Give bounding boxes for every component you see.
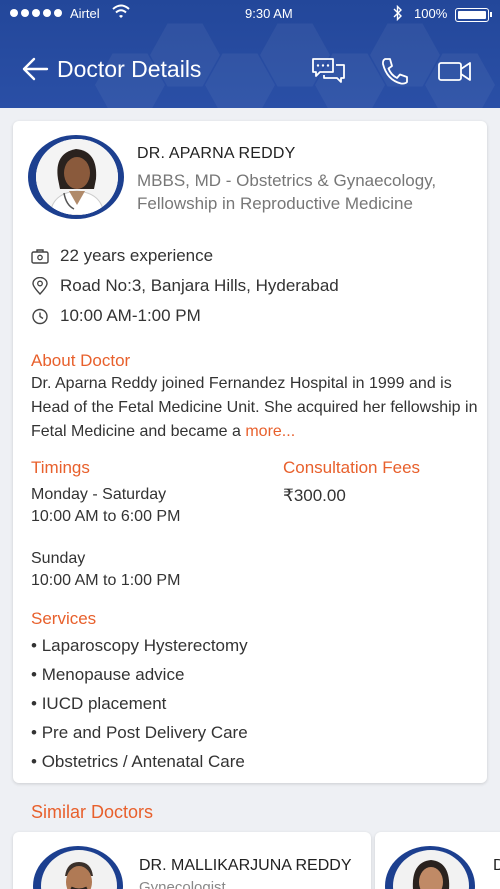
briefcase-icon — [31, 249, 49, 264]
about-text: Dr. Aparna Reddy joined Fernandez Hospit… — [31, 375, 478, 440]
clock-icon — [32, 308, 48, 325]
similar-doctor-specialty: Gynecologist — [139, 879, 226, 889]
status-bar: Airtel 9:30 AM 100% — [0, 0, 500, 28]
address-text: Road No:3, Banjara Hills, Hyderabad — [60, 276, 339, 295]
similar-doctor-name: D — [493, 857, 500, 874]
service-item: • Pre and Post Delivery Care — [31, 723, 248, 742]
app-header: Airtel 9:30 AM 100% Doctor Details — [0, 0, 500, 108]
chat-icon[interactable] — [311, 56, 347, 86]
hours-text: 10:00 AM-1:00 PM — [60, 306, 201, 325]
service-item: • Laparoscopy Hysterectomy — [31, 636, 248, 655]
similar-doctors-heading: Similar Doctors — [31, 802, 154, 822]
similar-doctor-avatar — [33, 846, 123, 889]
service-item: • IUCD placement — [31, 694, 167, 713]
fees-amount: ₹300.00 — [283, 486, 346, 505]
timings-slot1-days: Monday - Saturday — [31, 486, 167, 503]
timings-heading: Timings — [31, 458, 90, 477]
video-call-icon[interactable] — [437, 56, 473, 86]
doctor-name: DR. APARNA REDDY — [137, 145, 296, 162]
location-pin-icon — [32, 277, 48, 295]
battery-icon — [455, 8, 492, 22]
similar-doctor-avatar — [385, 846, 475, 889]
service-item: • Menopause advice — [31, 665, 185, 684]
signal-icon — [10, 9, 62, 17]
services-heading: Services — [31, 609, 97, 628]
service-item: • Obstetrics / Antenatal Care — [31, 752, 245, 771]
phone-icon[interactable] — [377, 56, 413, 86]
similar-doctor-card[interactable]: DR. MALLIKARJUNA REDDY Gynecologist — [13, 832, 371, 889]
about-heading: About Doctor — [31, 351, 131, 370]
similar-doctor-name: DR. MALLIKARJUNA REDDY — [139, 857, 352, 874]
battery-percent: 100% — [414, 6, 448, 21]
bluetooth-icon — [393, 5, 402, 21]
back-arrow-icon[interactable] — [20, 56, 50, 82]
carrier-label: Airtel — [70, 6, 100, 21]
doctor-avatar — [28, 135, 124, 219]
doctor-card: DR. APARNA REDDY MBBS, MD - Obstetrics &… — [13, 121, 487, 783]
timings-slot2-days: Sunday — [31, 550, 86, 567]
wifi-icon — [112, 4, 130, 18]
nav-bar: Doctor Details — [0, 44, 500, 96]
doctor-qualification: MBBS, MD - Obstetrics & Gynaecology, Fel… — [137, 171, 437, 213]
timings-slot1-hours: 10:00 AM to 6:00 PM — [31, 508, 181, 525]
timings-slot2-hours: 10:00 AM to 1:00 PM — [31, 572, 181, 589]
experience-text: 22 years experience — [60, 246, 214, 265]
similar-doctor-card[interactable]: D — [375, 832, 500, 889]
fees-heading: Consultation Fees — [283, 458, 421, 477]
page-title: Doctor Details — [57, 56, 202, 82]
more-link[interactable]: more... — [245, 423, 295, 440]
clock: 9:30 AM — [245, 6, 293, 21]
